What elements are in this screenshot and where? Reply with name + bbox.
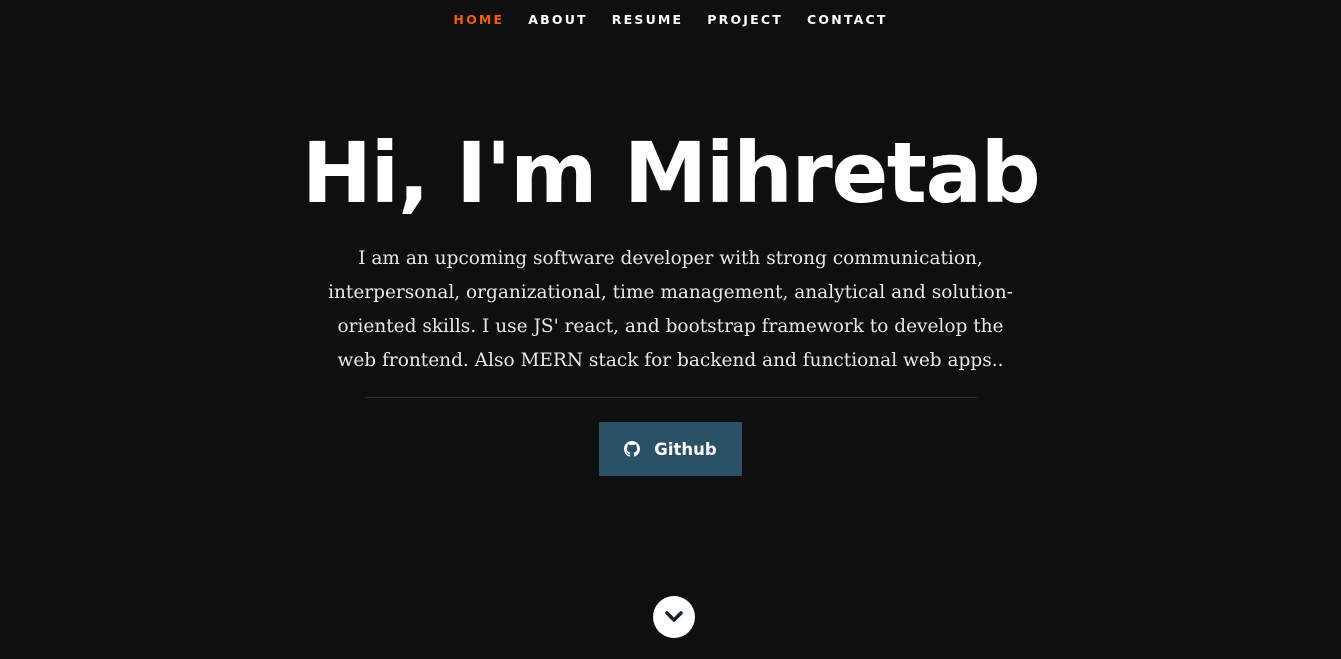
hero-divider [364,397,977,398]
github-icon [624,441,641,457]
nav-item-home[interactable]: HOME [441,0,516,40]
hero-description: I am an upcoming software developer with… [328,248,1013,371]
nav-item-about[interactable]: ABOUT [516,0,600,40]
chevron-down-icon [665,611,683,622]
nav-item-project[interactable]: PROJECT [695,0,795,40]
nav-item-resume[interactable]: RESUME [600,0,696,40]
hero-title: Hi, I'm Mihretab [301,124,1041,222]
github-button[interactable]: Github [599,422,742,476]
main-nav: HOME ABOUT RESUME PROJECT CONTACT [0,0,1341,40]
nav-item-contact[interactable]: CONTACT [795,0,900,40]
hero-section: Hi, I'm Mihretab I am an upcoming softwa… [0,118,1341,476]
scroll-down-button[interactable] [653,596,695,638]
github-button-label: Github [654,439,717,459]
